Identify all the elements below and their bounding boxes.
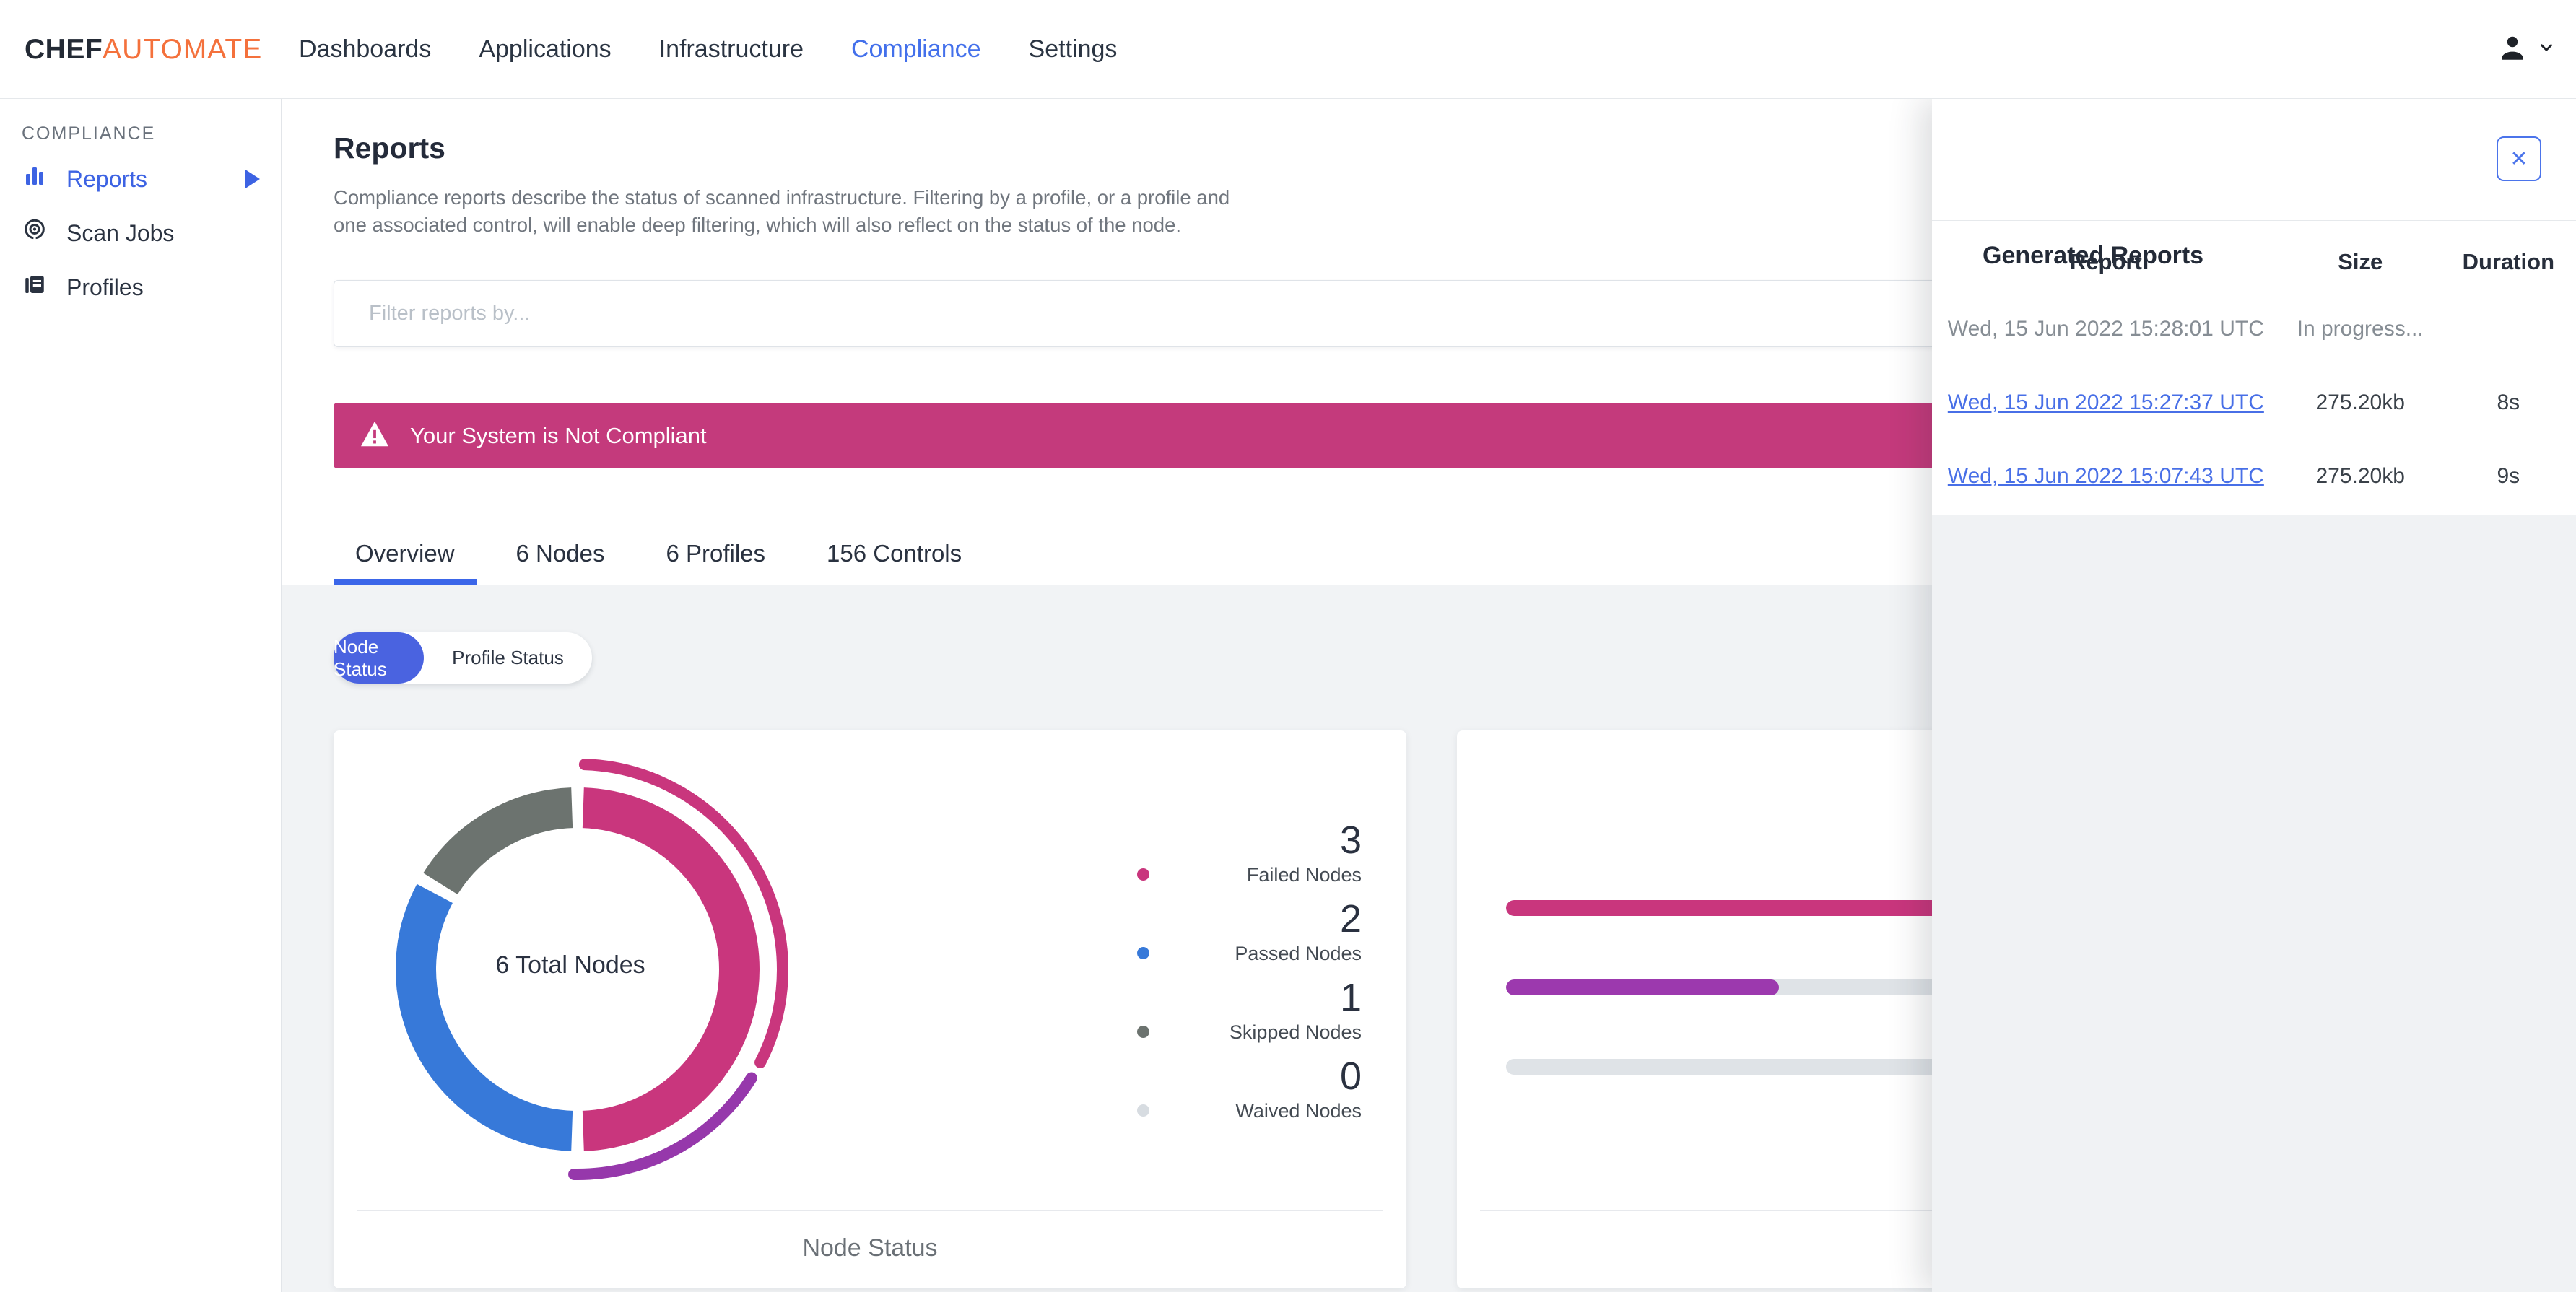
logo-automate: AUTOMATE: [103, 33, 263, 65]
waived-dot-icon: [1137, 1104, 1149, 1117]
arrow-right-icon: [245, 170, 260, 188]
report-row: Wed, 15 Jun 2022 15:27:37 UTC 275.20kb 8…: [1932, 386, 2576, 419]
user-icon: [2495, 30, 2530, 69]
tab-overview[interactable]: Overview: [334, 523, 477, 585]
compliance-sidebar: COMPLIANCE Reports Scan Jobs Profiles: [0, 99, 282, 1292]
reports-table-header: Report Size Duration: [1932, 240, 2576, 284]
alert-message: Your System is Not Compliant: [410, 422, 707, 448]
failed-label: Failed Nodes: [1246, 864, 1362, 886]
sidebar-item-reports[interactable]: Reports: [0, 152, 282, 206]
nav-item-applications[interactable]: Applications: [479, 35, 611, 64]
report-row: Wed, 15 Jun 2022 15:07:43 UTC 275.20kb 9…: [1932, 460, 2576, 493]
tab-controls[interactable]: 156 Controls: [805, 523, 983, 585]
passed-dot-icon: [1137, 947, 1149, 959]
nav-item-infrastructure[interactable]: Infrastructure: [659, 35, 804, 64]
report-size: 275.20kb: [2315, 464, 2405, 488]
failed-count: 3: [1339, 819, 1362, 862]
column-duration: Duration: [2462, 249, 2555, 274]
generated-reports-drawer: Generated Reports ✕ Report Size Duration…: [1932, 99, 2576, 1292]
page-title: Reports: [334, 131, 445, 165]
legend-skipped-nodes: 1 Skipped Nodes: [1087, 977, 1362, 1044]
chef-automate-logo[interactable]: CHEF AUTOMATE: [25, 0, 262, 99]
node-status-card: 6 Total Nodes 3 Failed Nodes 2 Passed No…: [334, 730, 1406, 1288]
sidebar-item-scan-jobs[interactable]: Scan Jobs: [0, 206, 282, 261]
sidebar-item-label: Scan Jobs: [66, 219, 175, 246]
sidebar-item-label: Profiles: [66, 274, 144, 300]
nav-item-dashboards[interactable]: Dashboards: [299, 35, 431, 64]
page-description: Compliance reports describe the status o…: [334, 184, 1230, 239]
status-toggle: Node Status Profile Status: [334, 632, 592, 684]
logo-chef: CHEF: [25, 33, 103, 65]
report-row-in-progress: Wed, 15 Jun 2022 15:28:01 UTC In progres…: [1932, 313, 2576, 346]
node-status-card-footer: Node Status: [802, 1234, 938, 1262]
close-icon: ✕: [2510, 147, 2528, 171]
node-status-toggle-button[interactable]: Node Status: [334, 632, 424, 684]
waived-count: 0: [1339, 1055, 1362, 1098]
nav-item-compliance[interactable]: Compliance: [851, 35, 981, 64]
report-duration: 8s: [2497, 390, 2520, 414]
skipped-label: Skipped Nodes: [1229, 1021, 1362, 1043]
donut-center-label: 6 Total Nodes: [495, 951, 645, 979]
primary-nav: Dashboards Applications Infrastructure C…: [299, 0, 1117, 99]
sidebar-item-profiles[interactable]: Profiles: [0, 260, 282, 315]
legend-waived-nodes: 0 Waived Nodes: [1087, 1055, 1362, 1123]
legend-failed-nodes: 3 Failed Nodes: [1087, 819, 1362, 887]
column-size: Size: [2338, 249, 2383, 274]
user-menu[interactable]: [2495, 0, 2556, 99]
sidebar-item-label: Reports: [66, 165, 148, 192]
waived-label: Waived Nodes: [1235, 1100, 1362, 1122]
app-stage: CHEF AUTOMATE Dashboards Applications Inf…: [0, 0, 2576, 1292]
report-download-link[interactable]: Wed, 15 Jun 2022 15:07:43 UTC: [1948, 464, 2264, 488]
profile-status-toggle-button[interactable]: Profile Status: [424, 632, 592, 684]
passed-count: 2: [1339, 897, 1362, 940]
drawer-divider: [1932, 220, 2576, 221]
report-duration: 9s: [2497, 464, 2520, 488]
column-report: Report: [2069, 249, 2142, 274]
page-description-line1: Compliance reports describe the status o…: [334, 186, 1230, 209]
page-description-line2: one associated control, will enable deep…: [334, 214, 1182, 236]
scan-target-icon: [22, 217, 48, 249]
report-timestamp: Wed, 15 Jun 2022 15:28:01 UTC: [1947, 317, 2264, 341]
report-download-link[interactable]: Wed, 15 Jun 2022 15:27:37 UTC: [1948, 390, 2264, 414]
generated-reports-panel: Generated Reports ✕ Report Size Duration…: [1932, 99, 2576, 515]
tab-profiles[interactable]: 6 Profiles: [644, 523, 787, 585]
skipped-dot-icon: [1137, 1026, 1149, 1038]
report-tabs: Overview 6 Nodes 6 Profiles 156 Controls: [334, 523, 983, 585]
warning-triangle-icon: [360, 420, 390, 451]
passed-label: Passed Nodes: [1235, 943, 1362, 964]
sidebar-section-label: COMPLIANCE: [22, 123, 156, 144]
close-drawer-button[interactable]: ✕: [2497, 136, 2541, 181]
bar-chart-icon: [22, 163, 48, 195]
profiles-stack-icon: [22, 271, 48, 303]
card-divider: [357, 1210, 1383, 1211]
report-size: In progress...: [2297, 317, 2424, 341]
top-nav: CHEF AUTOMATE Dashboards Applications Inf…: [0, 0, 2576, 99]
failed-dot-icon: [1137, 868, 1149, 881]
report-size: 275.20kb: [2315, 390, 2405, 414]
tab-nodes[interactable]: 6 Nodes: [495, 523, 627, 585]
legend-passed-nodes: 2 Passed Nodes: [1087, 898, 1362, 966]
nav-item-settings[interactable]: Settings: [1029, 35, 1118, 64]
chevron-down-icon: [2537, 38, 2556, 61]
skipped-count: 1: [1339, 976, 1362, 1019]
